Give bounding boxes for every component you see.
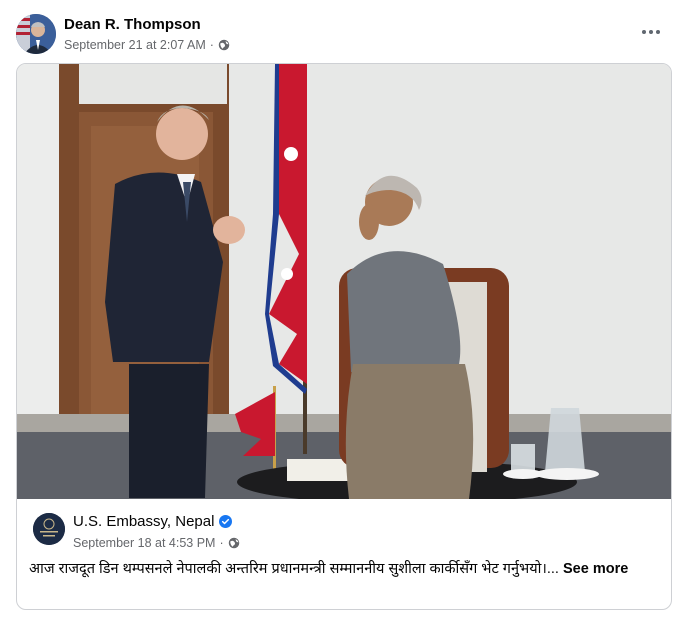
- post-timestamp[interactable]: September 21 at 2:07 AM: [64, 38, 206, 52]
- globe-icon[interactable]: [228, 537, 240, 549]
- post-body-text: आज राजदूत डिन थम्पसनले नेपालकी अन्तरिम प…: [29, 561, 559, 577]
- author-avatar-image: [16, 14, 56, 54]
- globe-icon[interactable]: [218, 39, 230, 51]
- post-photo[interactable]: [17, 64, 671, 499]
- meeting-photo: [17, 64, 671, 499]
- embassy-seal-icon: [33, 513, 65, 545]
- meta-separator: ·: [209, 38, 214, 52]
- more-options-icon[interactable]: [639, 20, 663, 44]
- author-avatar[interactable]: [16, 14, 56, 54]
- shared-post-meta: September 18 at 4:53 PM ·: [73, 536, 240, 550]
- verified-badge-icon: [219, 515, 233, 528]
- see-more-link[interactable]: See more: [563, 561, 628, 577]
- embassy-avatar[interactable]: [33, 513, 65, 545]
- embassy-name[interactable]: U.S. Embassy, Nepal: [73, 513, 214, 530]
- post-header: Dean R. Thompson September 21 at 2:07 AM…: [16, 14, 667, 58]
- meta-separator: ·: [219, 536, 224, 550]
- facebook-post: Dean R. Thompson September 21 at 2:07 AM…: [0, 0, 681, 618]
- post-meta: September 21 at 2:07 AM ·: [64, 38, 230, 52]
- author-name[interactable]: Dean R. Thompson: [64, 16, 201, 33]
- embassy-name-row: U.S. Embassy, Nepal: [73, 513, 233, 530]
- shared-post-timestamp[interactable]: September 18 at 4:53 PM: [73, 536, 215, 550]
- shared-post-card[interactable]: U.S. Embassy, Nepal September 18 at 4:53…: [16, 63, 672, 610]
- shared-post-text: आज राजदूत डिन थम्पसनले नेपालकी अन्तरिम प…: [29, 559, 659, 579]
- shared-post-header: U.S. Embassy, Nepal September 18 at 4:53…: [33, 511, 653, 555]
